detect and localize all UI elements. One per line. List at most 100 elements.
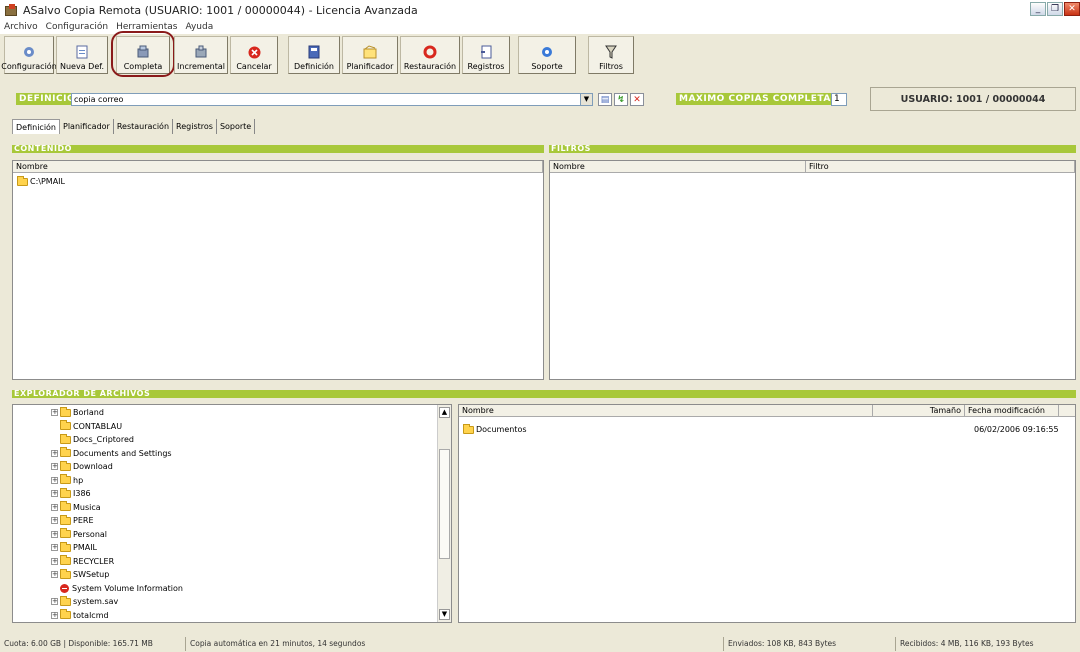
tree-item-label: SWSetup [73,570,110,579]
incremental-button[interactable]: Incremental [174,36,228,74]
folder-icon [60,433,71,444]
folder-tree[interactable]: + Borland CONTABLAU Docs_Criptored + Document… [12,404,452,623]
definicion-button[interactable]: Definición [288,36,340,74]
tree-item[interactable]: + Documents and Settings [51,447,172,459]
folder-icon [60,487,71,498]
cancel-icon [247,45,261,59]
expand-icon[interactable]: + [51,503,58,511]
menu-archivo[interactable]: Archivo [4,22,38,32]
tree-item-label: System Volume Information [72,583,183,593]
folder-icon [60,514,71,525]
menu-configuracion[interactable]: Configuración [46,22,108,32]
status-recibidos: Recibidos: 4 MB, 116 KB, 193 Bytes [900,639,1034,648]
filtros-col-filtro[interactable]: Filtro [806,161,1075,173]
folder-icon [60,420,71,430]
tree-item[interactable]: + RECYCLER [51,555,114,567]
expand-icon[interactable]: + [51,598,58,605]
scroll-thumb[interactable] [439,449,450,559]
tab-soporte[interactable]: Soporte [216,119,256,134]
tree-item-label: totalcmd [73,610,109,620]
registros-button[interactable]: Registros [462,36,510,74]
expand-icon[interactable]: + [51,409,58,416]
tree-item[interactable]: Docs_Criptored [51,433,134,445]
definition-bar: DEFINICION: copia correo ▼ ▤ ↯ ✕ MAXIMO … [0,84,1080,112]
menu-ayuda[interactable]: Ayuda [185,22,213,32]
tree-item[interactable]: + Download [51,460,113,472]
tree-item[interactable]: + I386 [51,487,91,499]
expand-icon[interactable]: + [51,476,58,484]
files-col-tamano[interactable]: Tamaño [873,405,965,417]
soporte-button[interactable]: Soporte [518,36,576,74]
tree-item-label: Personal [73,529,108,539]
contenido-col-nombre[interactable]: Nombre [13,161,543,173]
tree-item[interactable]: + PMAIL [51,541,97,553]
filtros-col-nombre[interactable]: Nombre [550,161,806,173]
expand-icon[interactable]: + [51,557,58,565]
configuracion-button[interactable]: Configuración [1,36,57,74]
minimize-button[interactable]: _ [1030,2,1046,16]
save-definition-icon[interactable]: ↯ [614,93,628,106]
tree-item[interactable]: + system.sav [51,595,118,607]
tree-item[interactable]: + Musica [51,501,101,513]
folder-icon [60,447,71,457]
chevron-down-icon[interactable]: ▼ [580,94,592,105]
tree-item[interactable]: + SWSetup [51,568,110,580]
status-enviados: Enviados: 108 KB, 843 Bytes [724,637,896,651]
list-item[interactable]: C:\PMAIL [17,175,65,187]
title-bar: ASalvo Copia Remota (USUARIO: 1001 / 000… [0,0,1080,20]
user-label: USUARIO: 1001 / 00000044 [870,87,1076,111]
files-col-fecha[interactable]: Fecha modificación [965,405,1059,417]
filtros-button[interactable]: Filtros [588,36,634,74]
definition-icon [307,45,321,59]
expand-icon[interactable]: + [51,517,58,524]
app-icon [4,3,18,17]
nueva-def-button[interactable]: Nueva Def. [56,36,108,74]
files-col-nombre[interactable]: Nombre [459,405,873,417]
expand-icon[interactable]: + [51,544,58,551]
tree-scrollbar[interactable]: ▲ ▼ [437,405,451,622]
scroll-up-icon[interactable]: ▲ [439,407,450,418]
expand-icon[interactable]: + [51,530,58,538]
folder-icon [60,474,71,484]
tab-planificador[interactable]: Planificador [60,119,114,134]
window-title: ASalvo Copia Remota (USUARIO: 1001 / 000… [23,3,418,17]
planificador-button[interactable]: Planificador [342,36,398,74]
expand-icon[interactable]: + [51,490,58,497]
expand-icon[interactable]: + [51,449,58,457]
tree-item[interactable]: System Volume Information [51,583,183,594]
folder-icon [60,528,71,538]
gear-icon [22,45,36,59]
definition-select[interactable]: copia correo ▼ [71,93,593,106]
contenido-header: CONTENIDO [12,145,544,153]
tree-item-label: Borland [73,408,104,417]
tree-item-label: Download [73,462,113,471]
max-copias-input[interactable]: 1 [831,93,847,106]
status-bar: Cuota: 6.00 GB | Disponible: 165.71 MB C… [0,636,1080,652]
toolbar: Configuración Nueva Def. Completa Increm… [0,31,1080,80]
completa-button[interactable]: Completa [111,31,175,77]
max-copias-label: MAXIMO COPIAS COMPLETAS: [676,93,845,105]
tree-item[interactable]: CONTABLAU [51,420,122,432]
tree-item[interactable]: + hp [51,474,83,486]
folder-icon [60,595,71,606]
tree-item[interactable]: + totalcmd [51,609,109,621]
tab-definicion[interactable]: Definición [12,119,60,134]
tab-registros[interactable]: Registros [173,119,217,134]
tab-restauracion[interactable]: Restauración [113,119,174,134]
close-button[interactable]: ✕ [1064,2,1080,16]
delete-definition-icon[interactable]: ✕ [630,93,644,106]
menu-herramientas[interactable]: Herramientas [116,22,177,32]
tree-item[interactable]: + Borland [51,406,104,418]
scroll-down-icon[interactable]: ▼ [439,609,450,620]
cancelar-button[interactable]: Cancelar [230,36,278,74]
expand-icon[interactable]: + [51,463,58,470]
table-row[interactable]: Documentos 06/02/2006 09:16:55 [463,423,1071,435]
tree-item[interactable]: + PERE [51,514,94,526]
expand-icon[interactable]: + [51,571,58,578]
expand-icon[interactable]: + [51,611,58,619]
restauracion-button[interactable]: Restauración [400,36,460,74]
edit-definition-icon[interactable]: ▤ [598,93,612,106]
tree-item[interactable]: + Personal [51,528,108,540]
restore-button[interactable]: ❐ [1047,2,1063,16]
